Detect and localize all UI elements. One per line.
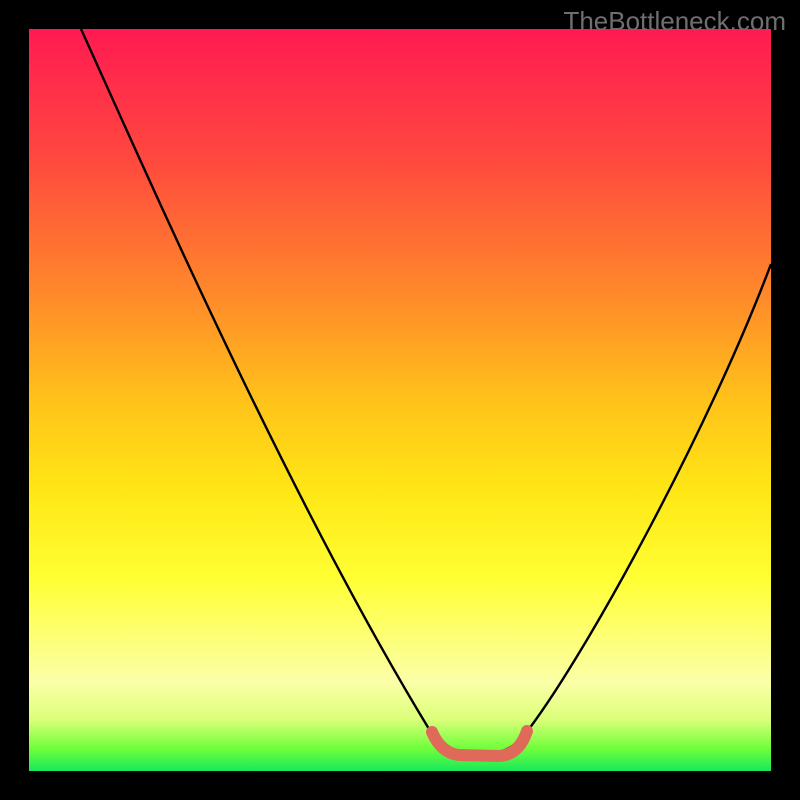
frame-right: [771, 0, 800, 800]
frame-left: [0, 0, 29, 800]
watermark-text: TheBottleneck.com: [563, 6, 786, 37]
plot-area: [29, 29, 771, 771]
curve-layer: [29, 29, 771, 771]
frame-bottom: [0, 771, 800, 800]
chart-container: TheBottleneck.com: [0, 0, 800, 800]
bottleneck-curve: [81, 29, 771, 755]
optimal-range-marker: [432, 731, 527, 756]
